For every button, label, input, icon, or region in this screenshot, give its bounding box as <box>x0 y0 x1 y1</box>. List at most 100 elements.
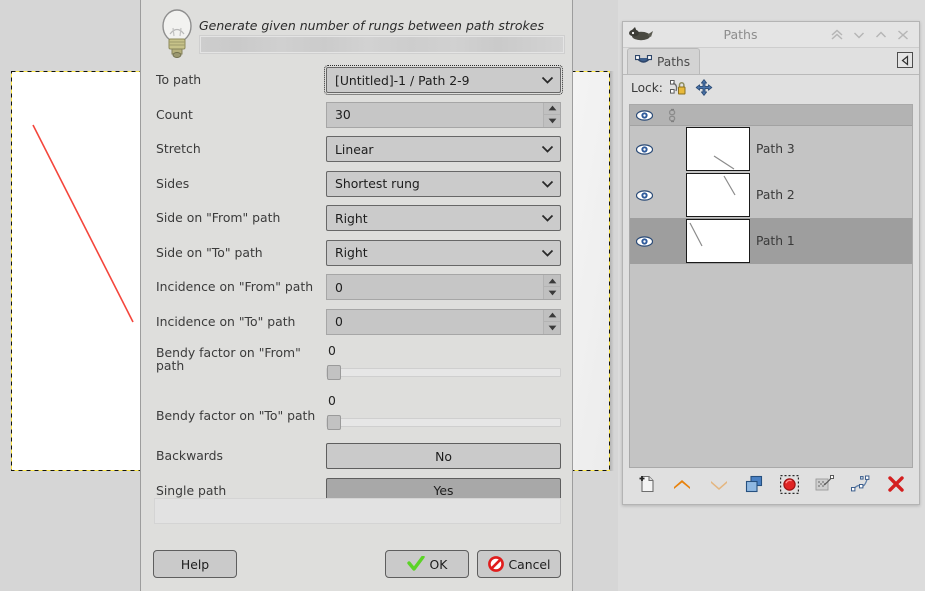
count-increment-button[interactable] <box>544 103 560 115</box>
side-to-combo[interactable]: Right <box>326 239 561 266</box>
table-row[interactable]: Path 2 <box>630 172 912 218</box>
incidence-from-value[interactable]: 0 <box>327 275 543 299</box>
path-visibility-toggle[interactable] <box>630 189 658 201</box>
ok-button[interactable]: OK <box>385 550 469 578</box>
side-from-combo[interactable]: Right <box>326 205 561 232</box>
label-sides: Sides <box>156 175 190 191</box>
light-bulb-icon <box>162 9 192 58</box>
progress-fill <box>201 37 563 52</box>
cancel-button[interactable]: Cancel <box>477 550 561 578</box>
sides-combo[interactable]: Shortest rung <box>326 170 561 197</box>
chain-icon <box>668 108 675 122</box>
lower-path-icon <box>710 481 727 490</box>
field-row-side-from: Side on "From" path Right <box>141 201 574 236</box>
ok-button-label: OK <box>429 556 448 572</box>
lower-path-button[interactable] <box>700 471 737 497</box>
selection-to-path-icon <box>815 474 835 490</box>
label-to-path: To path <box>156 72 202 88</box>
new-path-button[interactable] <box>629 471 664 497</box>
count-value[interactable]: 30 <box>327 103 543 127</box>
bendy-from-value: 0 <box>328 343 336 358</box>
field-row-bendy-from: Bendy factor on "From" path 0 <box>141 339 574 389</box>
label-bendy-to: Bendy factor on "To" path <box>156 408 316 424</box>
chevron-down-icon <box>541 77 554 85</box>
path-name-label[interactable]: Path 1 <box>750 234 912 248</box>
lock-label: Lock: <box>631 80 663 95</box>
chevron-up-icon[interactable] <box>871 25 891 45</box>
stroke-path-icon <box>851 475 870 491</box>
count-decrement-button[interactable] <box>544 115 560 127</box>
incidence-from-stepper[interactable] <box>543 275 560 300</box>
dock-tab-row: Paths <box>623 48 919 75</box>
field-row-bendy-to: Bendy factor on "To" path 0 <box>141 389 574 439</box>
eye-icon <box>635 109 653 121</box>
incidence-to-decrement-button[interactable] <box>544 322 560 334</box>
stretch-combo[interactable]: Linear <box>326 136 561 163</box>
incidence-from-decrement-button[interactable] <box>544 287 560 299</box>
incidence-to-increment-button[interactable] <box>544 310 560 322</box>
path-visibility-toggle[interactable] <box>630 143 658 155</box>
path-visibility-toggle[interactable] <box>630 235 658 247</box>
incidence-from-increment-button[interactable] <box>544 275 560 288</box>
field-row-stretch: Stretch Linear <box>141 132 574 167</box>
path-name-label[interactable]: Path 3 <box>750 142 912 156</box>
tab-menu-icon[interactable] <box>897 52 913 68</box>
tab-paths[interactable]: Paths <box>627 48 701 74</box>
collapse-all-icon[interactable] <box>827 25 847 45</box>
incidence-to-value[interactable]: 0 <box>327 310 543 334</box>
dialog-form: To path [Untitled]-1 / Path 2-9 Count 30 <box>141 63 574 508</box>
link-column-header[interactable] <box>658 108 686 123</box>
chevron-down-icon <box>541 215 554 223</box>
delete-path-icon <box>887 476 904 492</box>
label-stretch: Stretch <box>156 141 201 157</box>
wilber-icon <box>629 26 653 40</box>
path-to-selection-button[interactable] <box>772 471 808 497</box>
stroke-path-button[interactable] <box>843 471 879 497</box>
bendy-to-slider-handle[interactable] <box>327 415 341 430</box>
tab-paths-label: Paths <box>657 54 691 69</box>
label-side-to: Side on "To" path <box>156 244 263 260</box>
lock-row: Lock: <box>623 75 919 100</box>
paths-list[interactable]: Path 3 Path 2 Path 1 <box>629 104 913 468</box>
close-icon[interactable] <box>893 25 913 45</box>
count-spinner[interactable]: 30 <box>326 101 561 128</box>
eye-icon <box>635 143 653 155</box>
field-row-sides: Sides Shortest rung <box>141 167 574 202</box>
duplicate-path-icon <box>746 475 763 493</box>
incidence-to-stepper[interactable] <box>543 309 560 334</box>
selection-to-path-button[interactable] <box>807 471 843 497</box>
dialog-status-bar <box>154 498 561 524</box>
label-single-path: Single path <box>156 482 227 498</box>
incidence-from-spinner[interactable]: 0 <box>326 274 561 301</box>
eye-icon <box>635 189 653 201</box>
chevron-down-icon[interactable] <box>849 25 869 45</box>
bendy-to-slider[interactable] <box>326 418 561 427</box>
bendy-from-slider-handle[interactable] <box>327 365 341 380</box>
eye-icon <box>635 235 653 247</box>
new-path-icon <box>639 475 654 493</box>
path-name-label[interactable]: Path 2 <box>750 188 912 202</box>
cancel-icon <box>487 556 504 572</box>
help-button[interactable]: Help <box>153 550 237 578</box>
to-path-combo[interactable]: [Untitled]-1 / Path 2-9 <box>324 65 563 96</box>
count-stepper[interactable] <box>543 102 560 127</box>
table-row[interactable]: Path 3 <box>630 126 912 172</box>
lock-position-icon[interactable] <box>695 79 713 96</box>
backwards-toggle[interactable]: No <box>326 443 561 470</box>
lock-path-icon[interactable] <box>669 79 688 96</box>
field-row-count: Count 30 <box>141 98 574 133</box>
field-row-to-path: To path [Untitled]-1 / Path 2-9 <box>141 63 574 98</box>
paths-toolbar <box>629 470 913 498</box>
incidence-to-spinner[interactable]: 0 <box>326 308 561 335</box>
chevron-down-icon <box>541 146 554 154</box>
table-row[interactable]: Path 1 <box>630 218 912 264</box>
help-button-label: Help <box>180 556 210 572</box>
duplicate-path-button[interactable] <box>737 471 772 497</box>
label-side-from: Side on "From" path <box>156 210 281 226</box>
bendy-from-slider[interactable] <box>326 368 561 377</box>
raise-path-button[interactable] <box>664 471 701 497</box>
dialog-progress-bar <box>199 35 565 54</box>
delete-path-button[interactable] <box>878 471 913 497</box>
dock-titlebar[interactable]: Paths <box>623 22 919 48</box>
visibility-column-header[interactable] <box>630 109 658 121</box>
